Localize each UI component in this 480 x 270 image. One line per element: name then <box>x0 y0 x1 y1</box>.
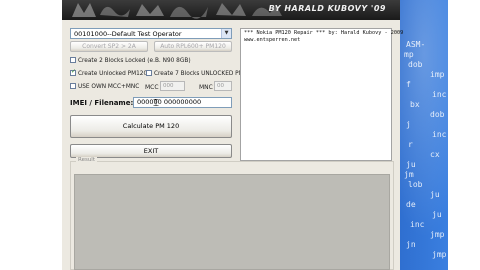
background-code-word: inc <box>410 220 425 229</box>
right-white-strip <box>448 0 480 270</box>
info-log: *** Nokia PM120 Repair *** by: Harald Ku… <box>240 28 404 161</box>
banner-credit: BY HARALD KUBOVY '09 <box>268 4 386 13</box>
create-locked-label: Create 2 Blocks Locked (e.B. N90 8GB) <box>78 58 191 64</box>
background-code-word: inc <box>432 90 447 99</box>
result-title: Result <box>76 157 97 163</box>
operator-select-value: 00101000--Default Test Operator <box>74 30 182 38</box>
background-code-word: jm <box>404 170 414 179</box>
text-cursor-icon: ⌶ <box>153 98 159 109</box>
background-code-word: imp <box>430 70 445 79</box>
left-white-strip <box>0 0 62 270</box>
background-code-word: ASM- <box>406 40 426 49</box>
imei-label: IMEI / Filename: <box>70 99 134 107</box>
result-group: Result <box>70 157 394 270</box>
imei-input[interactable]: 000000 000000000 <box>133 97 232 108</box>
convert-button[interactable]: Convert SP2 > 2A <box>70 41 148 52</box>
main-panel: 00101000--Default Test Operator ▼ Conver… <box>62 20 404 270</box>
checkbox-box[interactable] <box>146 69 152 76</box>
create-unlocked-label: Create Unlocked PM120 <box>78 71 148 77</box>
title-banner: BY HARALD KUBOVY '09 <box>62 0 400 20</box>
background-code-word: lob <box>408 180 423 189</box>
background-code-word: inc <box>432 130 447 139</box>
checkbox-box[interactable] <box>70 56 76 63</box>
background-code-word: de <box>406 200 416 209</box>
banner-logo-art <box>72 3 282 19</box>
mnc-label: MNC <box>199 84 213 91</box>
background-code-word: mp <box>404 50 414 59</box>
background-code-word: r <box>408 140 413 149</box>
background-code-word: dob <box>430 110 445 119</box>
auto-rpl-button[interactable]: Auto RPL600+ PM120 <box>154 41 232 52</box>
app-window: BY HARALD KUBOVY '09 00101000--Default T… <box>62 0 404 270</box>
create-7-blocks-label: Create 7 Blocks UNLOCKED PM <box>154 71 244 77</box>
background-code-word: ju <box>406 160 416 169</box>
chevron-down-icon[interactable]: ▼ <box>221 29 231 38</box>
operator-select[interactable]: 00101000--Default Test Operator ▼ <box>70 28 232 39</box>
background-code-word: jmp <box>430 230 445 239</box>
use-own-mcc-checkbox[interactable]: USE OWN MCC+MNC <box>70 82 140 91</box>
background-code-word: jn <box>406 240 416 249</box>
background-code-word: dob <box>408 60 423 69</box>
checkbox-box-checked[interactable] <box>70 68 76 76</box>
log-line: *** Nokia PM120 Repair *** by: Harald Ku… <box>244 30 404 36</box>
background-code-word: ju <box>432 210 442 219</box>
background-code-word: bx <box>410 100 420 109</box>
background-code-word: jmp <box>432 250 447 259</box>
log-line: www.entsperren.net <box>244 37 301 43</box>
exit-button[interactable]: EXIT <box>70 144 232 158</box>
mnc-field[interactable]: 00 <box>214 81 232 91</box>
background-code-word: cx <box>430 150 440 159</box>
background-code-word: ju <box>430 190 440 199</box>
result-output[interactable] <box>74 174 390 270</box>
background-code-word: j <box>406 120 411 129</box>
calculate-button[interactable]: Calculate PM 120 <box>70 115 232 138</box>
create-unlocked-checkbox[interactable]: Create Unlocked PM120 <box>70 68 148 78</box>
create-locked-checkbox[interactable]: Create 2 Blocks Locked (e.B. N90 8GB) <box>70 56 191 65</box>
checkbox-box[interactable] <box>70 82 76 89</box>
use-own-label: USE OWN MCC+MNC <box>78 84 140 90</box>
background-code-word: f <box>406 80 411 89</box>
create-7-blocks-checkbox[interactable]: Create 7 Blocks UNLOCKED PM <box>146 69 244 78</box>
mcc-label: MCC <box>145 84 159 91</box>
mcc-field[interactable]: 000 <box>160 81 185 91</box>
